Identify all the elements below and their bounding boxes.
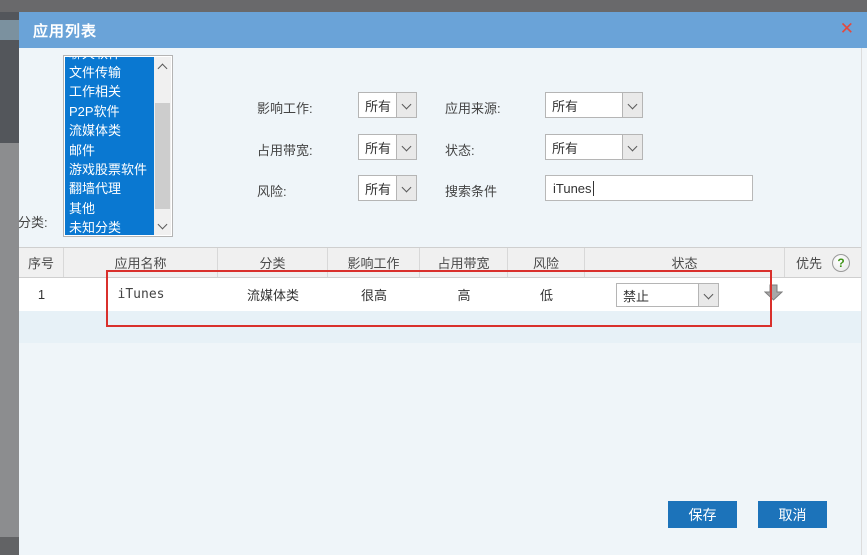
table-row: 1 iTunes 流媒体类 很高 高 低 [19,278,861,311]
background-page-left-strip [0,12,19,555]
list-item[interactable]: P2P软件 [65,102,155,121]
col-category: 分类 [218,248,328,277]
chevron-down-icon [396,135,416,159]
list-item[interactable]: 游戏股票软件 [65,160,155,179]
background-page-right-strip [861,48,867,555]
source-label: 应用来源: [445,98,501,117]
text-caret [593,181,594,196]
chevron-down-icon [622,135,642,159]
list-item[interactable]: 文件传输 [65,63,155,82]
list-item[interactable]: 翻墙代理 [65,179,155,198]
category-label: 分类: [18,212,48,231]
row-status-select[interactable]: 禁止 [616,283,719,307]
impact-select[interactable]: 所有 [358,92,417,118]
bandwidth-select[interactable]: 所有 [358,134,417,160]
background-page-top-strip [0,0,867,12]
scroll-up-icon[interactable] [154,57,171,76]
table-empty-stripe-row [19,311,861,343]
col-impact: 影响工作 [328,248,420,277]
list-item[interactable]: 流媒体类 [65,121,155,140]
table-header: 序号 应用名称 分类 影响工作 占用带宽 风险 状态 优先 ? [19,247,861,278]
list-item[interactable]: 工作相关 [65,82,155,101]
chevron-down-icon [698,284,718,306]
impact-label: 影响工作: [257,98,313,117]
chevron-down-icon [158,219,168,229]
search-label: 搜索条件 [445,181,497,200]
background-page-bottom [0,537,19,555]
category-listbox[interactable]: 聊天软件 文件传输 工作相关 P2P软件 流媒体类 邮件 游戏股票软件 翻墙代理… [63,55,173,237]
list-item[interactable]: 其他 [65,199,155,218]
listbox-scrollbar[interactable] [154,57,171,235]
cell-bandwidth: 高 [420,278,508,311]
cell-category: 流媒体类 [218,278,328,311]
dialog-title: 应用列表 [33,20,97,41]
list-item[interactable]: 未知分类 [65,218,155,235]
cancel-button[interactable]: 取消 [758,501,827,528]
col-risk: 风险 [508,248,585,277]
cell-impact: 很高 [328,278,420,311]
category-list-selection: 聊天软件 文件传输 工作相关 P2P软件 流媒体类 邮件 游戏股票软件 翻墙代理… [65,57,155,235]
risk-select[interactable]: 所有 [358,175,417,201]
source-select[interactable]: 所有 [545,92,643,118]
cell-index: 1 [19,278,64,311]
col-index: 序号 [19,248,64,277]
chevron-down-icon [622,93,642,117]
col-bandwidth: 占用带宽 [420,248,508,277]
status-filter-label: 状态: [445,140,475,159]
col-app-name: 应用名称 [64,248,218,277]
priority-down-arrow-icon[interactable] [764,284,783,301]
dialog-titlebar: 应用列表 ✕ [19,12,867,48]
cell-app-name: iTunes [64,278,218,311]
chevron-down-icon [396,93,416,117]
background-sidebar-item [0,20,19,40]
col-status: 状态 [585,248,785,277]
scrollbar-thumb[interactable] [155,103,170,209]
list-item[interactable]: 邮件 [65,141,155,160]
status-filter-select[interactable]: 所有 [545,134,643,160]
chevron-down-icon [396,176,416,200]
risk-label: 风险: [257,181,287,200]
chevron-up-icon [158,63,168,73]
col-priority: 优先 ? [785,248,861,277]
help-icon[interactable]: ? [832,254,850,272]
bandwidth-label: 占用带宽: [257,140,313,159]
close-icon[interactable]: ✕ [840,19,854,39]
scroll-down-icon[interactable] [154,216,171,235]
background-sidebar-top [0,12,19,143]
save-button[interactable]: 保存 [668,501,737,528]
search-input[interactable]: iTunes [545,175,753,201]
cell-risk: 低 [508,278,585,311]
screen: 应用列表 ✕ 聊天软件 文件传输 工作相关 P2P软件 流媒体类 邮件 游戏股票… [0,0,867,555]
